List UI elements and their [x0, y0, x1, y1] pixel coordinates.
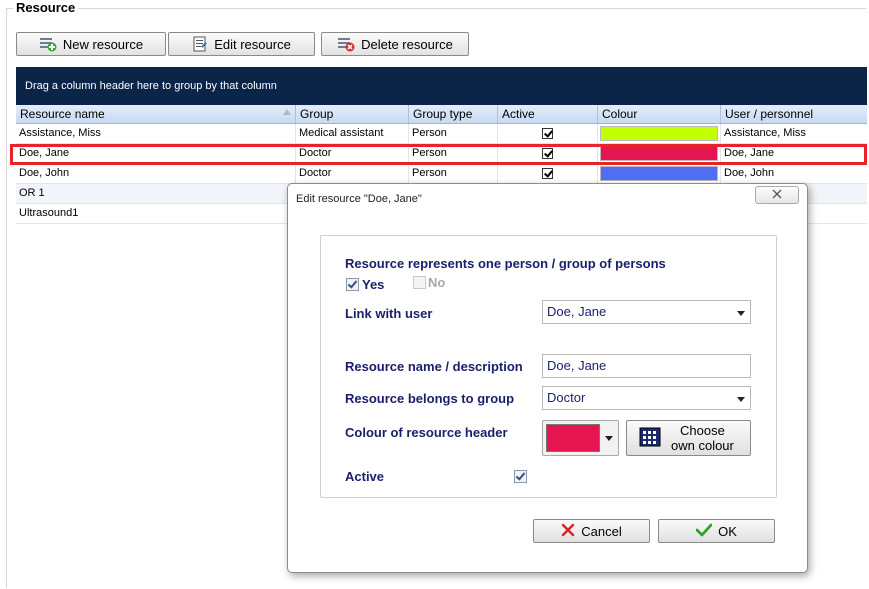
resource-group-value: Doctor [547, 390, 586, 405]
cell-active [498, 124, 598, 143]
grid-header: Resource name Group Group type Active Co… [16, 105, 867, 124]
dialog-form-panel: Resource represents one person / group o… [320, 235, 777, 498]
section-title: Resource [13, 0, 79, 16]
edit-resource-icon [192, 36, 208, 52]
link-user-value: Doe, Jane [547, 304, 607, 319]
cancel-button[interactable]: Cancel [533, 519, 650, 543]
add-resource-icon [39, 36, 57, 52]
chevron-down-icon [605, 436, 613, 441]
chevron-down-icon [737, 397, 745, 402]
yes-checkbox[interactable] [346, 278, 359, 291]
cell-resource-name: Ultrasound1 [16, 204, 296, 223]
represents-person-label: Resource represents one person / group o… [345, 256, 666, 271]
sort-ascending-icon [283, 109, 291, 115]
delete-resource-button[interactable]: Delete resource [321, 32, 469, 56]
table-row[interactable]: Assistance, Miss Medical assistant Perso… [16, 124, 867, 144]
table-row[interactable]: Doe, John Doctor Person Doe, John [16, 164, 867, 184]
no-checkbox[interactable] [413, 276, 426, 289]
active-checkbox[interactable] [542, 168, 553, 179]
section-left-border [6, 8, 7, 588]
resource-group-dropdown[interactable]: Doctor [542, 386, 751, 410]
checkmark-icon [695, 523, 713, 540]
group-by-hint: Drag a column header here to group by th… [25, 80, 277, 92]
column-header-resource-name[interactable]: Resource name [16, 105, 296, 123]
cell-user: Doe, Jane [724, 147, 775, 159]
resource-name-label: Resource name / description [345, 359, 523, 374]
column-header-group-type[interactable]: Group type [409, 105, 498, 123]
dialog-title: Edit resource "Doe, Jane" [296, 193, 422, 205]
colour-swatch [600, 126, 718, 141]
table-row[interactable]: Doe, Jane Doctor Person Doe, Jane [16, 144, 867, 164]
column-header-active[interactable]: Active [498, 105, 598, 123]
cell-resource-name: Assistance, Miss [16, 124, 296, 143]
link-user-label: Link with user [345, 306, 433, 321]
edit-resource-button[interactable]: Edit resource [168, 32, 315, 56]
cell-colour [598, 164, 721, 183]
resource-group-label: Resource belongs to group [345, 391, 515, 406]
colour-swatch [600, 146, 718, 161]
cell-resource-name: Doe, John [16, 164, 296, 183]
active-checkbox[interactable] [542, 148, 553, 159]
cell-group-type: Person [409, 164, 498, 183]
cancel-label: Cancel [581, 523, 622, 539]
cell-colour [598, 144, 721, 163]
dialog-close-button[interactable] [755, 186, 799, 204]
colour-palette-icon [639, 427, 661, 450]
ok-button[interactable]: OK [658, 519, 775, 543]
delete-resource-label: Delete resource [361, 36, 453, 52]
active-checkbox[interactable] [542, 128, 553, 139]
edit-resource-dialog: Edit resource "Doe, Jane" Resource repre… [287, 183, 808, 573]
cell-group: Medical assistant [296, 124, 409, 143]
column-header-user[interactable]: User / personnel [721, 105, 867, 123]
delete-resource-icon [337, 36, 355, 52]
column-header-colour[interactable]: Colour [598, 105, 721, 123]
resource-name-input[interactable]: Doe, Jane [542, 354, 751, 378]
active-label: Active [345, 469, 385, 484]
chevron-down-icon [737, 311, 745, 316]
cancel-x-icon [561, 523, 575, 540]
cell-group-type: Person [409, 124, 498, 143]
cell-colour [598, 124, 721, 143]
cell-user: Doe, John [724, 167, 775, 179]
cell-active [498, 164, 598, 183]
edit-resource-label: Edit resource [214, 36, 291, 52]
cell-group: Doctor [296, 144, 409, 163]
ok-label: OK [718, 523, 737, 539]
yes-label: Yes [362, 277, 385, 292]
new-resource-label: New resource [62, 36, 144, 52]
group-by-panel[interactable]: Drag a column header here to group by th… [16, 67, 867, 105]
colour-picker-dropdown[interactable] [542, 420, 619, 456]
cell-resource-name: Doe, Jane [16, 144, 296, 163]
link-user-dropdown[interactable]: Doe, Jane [542, 300, 751, 324]
section-divider [6, 8, 866, 9]
choose-own-colour-button[interactable]: Choose own colour [626, 420, 751, 456]
active-checkbox[interactable] [514, 470, 527, 483]
cell-active [498, 144, 598, 163]
resource-name-value: Doe, Jane [547, 358, 607, 373]
column-header-group[interactable]: Group [296, 105, 409, 123]
new-resource-button[interactable]: New resource [16, 32, 166, 56]
colour-swatch [600, 166, 718, 181]
cell-group: Doctor [296, 164, 409, 183]
no-label: No [428, 275, 446, 290]
colour-label: Colour of resource header [345, 425, 508, 440]
choose-own-colour-text: Choose own colour [671, 423, 734, 453]
cell-resource-name: OR 1 [16, 184, 296, 203]
cell-user: Assistance, Miss [724, 127, 806, 139]
close-icon [771, 188, 783, 202]
selected-colour-swatch [546, 424, 600, 452]
cell-group-type: Person [409, 144, 498, 163]
